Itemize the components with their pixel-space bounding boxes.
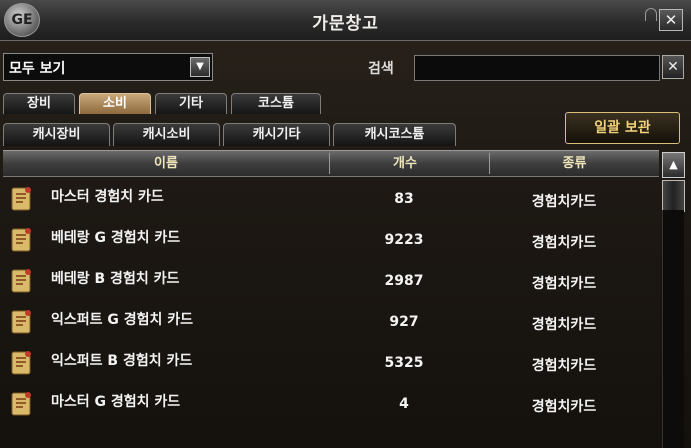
store-all-button[interactable]: 일괄 보관 (565, 112, 680, 144)
chevron-down-icon[interactable]: ▼ (190, 57, 210, 77)
header-type[interactable]: 종류 (490, 151, 659, 176)
scroll-card-icon (11, 187, 31, 211)
item-type: 경험치카드 (531, 276, 597, 292)
item-type: 경험치카드 (531, 399, 597, 415)
subtab-cash-consumable[interactable]: 캐시소비 (113, 123, 220, 146)
item-name: 마스터 G 경험치 카드 (51, 394, 181, 410)
search-label: 검색 (368, 61, 394, 77)
item-type: 경험치카드 (531, 194, 597, 210)
item-name: 베테랑 G 경험치 카드 (51, 230, 181, 246)
subtab-cash-etc[interactable]: 캐시기타 (223, 123, 330, 146)
table-row[interactable]: 베테랑 B 경험치 카드 2987 경험치카드 (3, 260, 659, 301)
item-count: 927 (389, 314, 419, 330)
dropdown-value: 모두 보기 (9, 61, 66, 77)
search-clear-button[interactable]: ✕ (662, 55, 684, 79)
table-header: 이름 개수 종류 (3, 150, 659, 177)
view-filter-dropdown[interactable]: 모두 보기 ▼ (3, 53, 213, 81)
scrollbar-track[interactable] (662, 210, 684, 448)
close-icon: ✕ (667, 59, 679, 75)
tab-equipment[interactable]: 장비 (3, 93, 75, 114)
item-list: 마스터 경험치 카드 83 경험치카드 베테랑 G 경험치 카드 9223 경험… (3, 178, 659, 448)
close-button[interactable]: ✕ (659, 9, 683, 31)
item-count: 5325 (384, 355, 424, 371)
scroll-card-icon (11, 269, 31, 293)
item-type: 경험치카드 (531, 235, 597, 251)
tab-etc[interactable]: 기타 (155, 93, 227, 114)
subtab-cash-costume[interactable]: 캐시코스튬 (333, 123, 456, 146)
tab-costume[interactable]: 코스튬 (231, 93, 321, 114)
scroll-card-icon (11, 228, 31, 252)
subtab-cash-equipment[interactable]: 캐시장비 (3, 123, 110, 146)
title-bar[interactable]: GE 가문창고 ✕ (0, 0, 691, 41)
scroll-card-icon (11, 392, 31, 416)
item-count: 9223 (384, 232, 424, 248)
item-name: 마스터 경험치 카드 (51, 189, 164, 205)
scroll-up-button[interactable]: ▲ (662, 152, 685, 178)
search-input[interactable] (414, 55, 660, 81)
tab-consumable[interactable]: 소비 (79, 93, 151, 114)
arrow-up-icon: ▲ (669, 158, 678, 171)
header-count[interactable]: 개수 (330, 151, 480, 176)
pin-icon (645, 8, 657, 21)
scroll-card-icon (11, 351, 31, 375)
item-count: 83 (394, 191, 414, 207)
table-row[interactable]: 익스퍼트 G 경험치 카드 927 경험치카드 (3, 301, 659, 342)
close-icon: ✕ (664, 11, 678, 29)
item-type: 경험치카드 (531, 358, 597, 374)
table-row[interactable]: 마스터 경험치 카드 83 경험치카드 (3, 178, 659, 219)
item-count: 2987 (384, 273, 424, 289)
window-title: 가문창고 (312, 14, 379, 34)
scroll-card-icon (11, 310, 31, 334)
item-name: 익스퍼트 G 경험치 카드 (51, 312, 194, 328)
table-row[interactable]: 마스터 G 경험치 카드 4 경험치카드 (3, 383, 659, 424)
item-count: 4 (399, 396, 409, 412)
scrollbar-thumb[interactable] (662, 180, 685, 212)
item-name: 베테랑 B 경험치 카드 (51, 271, 180, 287)
family-storage-window: GE 가문창고 ✕ 모두 보기 ▼ 검색 ✕ 장비 소비 기타 코스튬 캐시장비… (0, 0, 691, 448)
header-name[interactable]: 이름 (3, 151, 329, 176)
item-name: 익스퍼트 B 경험치 카드 (51, 353, 193, 369)
table-row[interactable]: 베테랑 G 경험치 카드 9223 경험치카드 (3, 219, 659, 260)
item-type: 경험치카드 (531, 317, 597, 333)
table-row[interactable]: 익스퍼트 B 경험치 카드 5325 경험치카드 (3, 342, 659, 383)
